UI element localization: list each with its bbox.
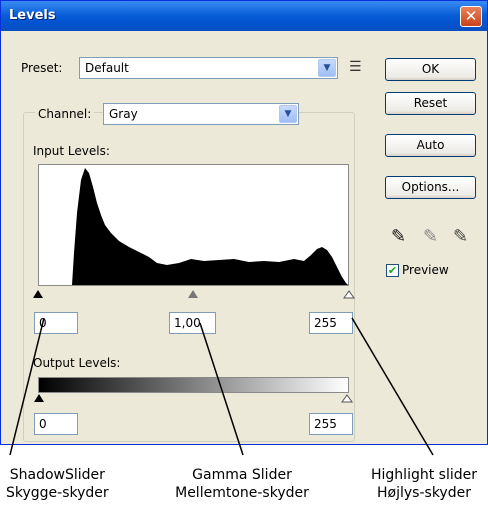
highlight-annotation: Highlight slider Højlys-skyder — [362, 466, 486, 502]
shadow-pointer-line — [9, 317, 45, 456]
gamma-annotation-line2: Mellemtone-skyder — [175, 485, 309, 501]
gamma-pointer-line — [199, 322, 244, 456]
gamma-annotation-line1: Gamma Slider — [192, 467, 292, 483]
highlight-annotation-line1: Highlight slider — [371, 467, 477, 483]
gamma-annotation: Gamma Slider Mellemtone-skyder — [162, 466, 322, 502]
annotation-pointers — [9, 317, 434, 456]
shadow-annotation-line2: Skygge-skyder — [6, 485, 109, 501]
shadow-annotation-line1: ShadowSlider — [9, 467, 105, 483]
shadow-annotation: ShadowSlider Skygge-skyder — [6, 466, 109, 502]
highlight-annotation-line2: Højlys-skyder — [377, 485, 471, 501]
highlight-pointer-line — [351, 317, 434, 456]
